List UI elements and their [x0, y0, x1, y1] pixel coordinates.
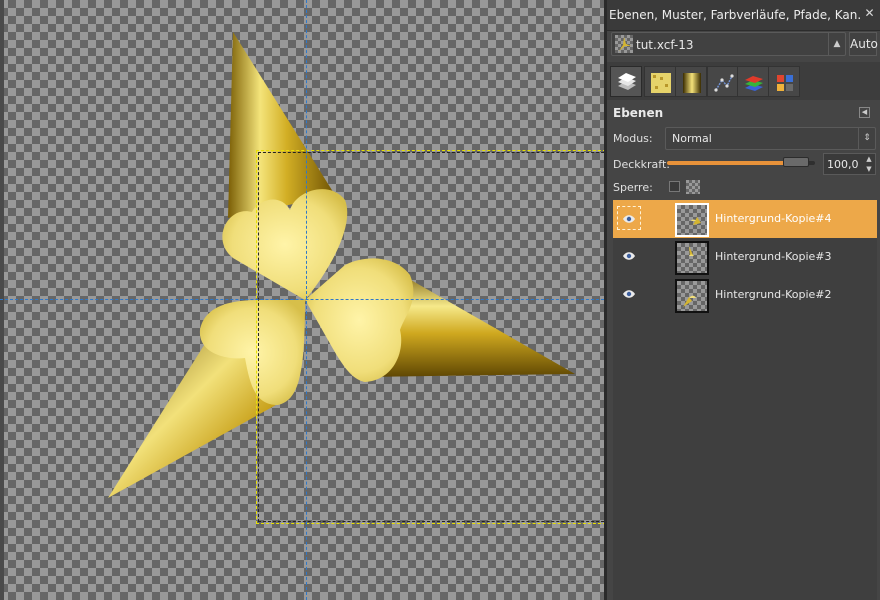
eye-icon[interactable]	[617, 244, 641, 268]
opacity-label: Deckkraft:	[613, 158, 670, 171]
mode-value: Normal	[672, 132, 712, 145]
layer-name: Hintergrund-Kopie#4	[715, 212, 832, 225]
image-selector-row: tut.xcf-13 ▲ Auto	[607, 30, 880, 60]
channels-icon	[745, 76, 763, 91]
auto-button[interactable]: Auto	[849, 32, 878, 56]
tab-channels[interactable]	[737, 66, 769, 97]
layer-name: Hintergrund-Kopie#3	[715, 250, 832, 263]
image-name: tut.xcf-13	[636, 38, 694, 52]
opacity-value: 100,0	[827, 158, 859, 171]
layer-thumbnail	[675, 203, 709, 237]
opacity-fill	[667, 161, 796, 165]
layers-icon	[618, 73, 636, 90]
palettes-icon	[777, 75, 793, 91]
layers-dock: Ebenen, Muster, Farbverläufe, Pfade, Kan…	[607, 0, 880, 600]
opacity-spinbox[interactable]: 100,0 ▲ ▼	[823, 153, 876, 175]
opacity-slider[interactable]	[667, 157, 817, 168]
opacity-handle[interactable]	[783, 157, 809, 167]
layer-boundary-inner	[258, 152, 604, 522]
tab-gradients[interactable]	[675, 66, 707, 97]
patterns-icon	[651, 73, 671, 93]
lock-label: Sperre:	[613, 181, 653, 194]
layer-thumbnail	[675, 241, 709, 275]
layer-row[interactable]: Hintergrund-Kopie#2	[613, 276, 877, 314]
eye-icon[interactable]	[617, 206, 641, 230]
lock-pixels-toggle[interactable]	[669, 181, 680, 192]
lock-alpha-toggle[interactable]	[686, 180, 700, 194]
tab-palettes[interactable]	[768, 66, 800, 97]
chevron-updown-icon: ▲	[828, 33, 845, 55]
panel-heading: Ebenen	[613, 106, 664, 120]
layer-boundary	[256, 150, 604, 524]
layer-thumbnail	[675, 279, 709, 313]
mode-select[interactable]: Normal ⇕	[665, 127, 876, 150]
eye-icon[interactable]	[617, 282, 641, 306]
image-thumbnail	[615, 35, 633, 53]
tab-patterns[interactable]	[644, 66, 676, 97]
gradients-icon	[683, 73, 701, 93]
chevron-updown-icon: ⇕	[858, 128, 875, 149]
spin-arrows-icon[interactable]: ▲ ▼	[863, 154, 875, 174]
layer-name: Hintergrund-Kopie#2	[715, 288, 832, 301]
close-icon[interactable]: ✕	[863, 7, 876, 20]
dock-header: Ebenen, Muster, Farbverläufe, Pfade, Kan…	[607, 0, 880, 31]
layer-row[interactable]: Hintergrund-Kopie#3	[613, 238, 877, 276]
mode-label: Modus:	[613, 132, 653, 145]
tab-layers[interactable]	[610, 66, 642, 97]
tab-paths[interactable]	[707, 66, 739, 97]
paths-icon	[714, 74, 734, 92]
layer-list[interactable]: Hintergrund-Kopie#4 Hintergrund-Kopie#3 …	[613, 200, 877, 600]
horizontal-guide[interactable]	[0, 299, 604, 300]
dock-title: Ebenen, Muster, Farbverläufe, Pfade, Kan…	[609, 8, 861, 22]
dock-tabs	[607, 62, 880, 100]
panel-menu-button[interactable]: ◀	[859, 107, 870, 118]
vertical-guide[interactable]	[306, 0, 307, 600]
layer-row[interactable]: Hintergrund-Kopie#4	[613, 200, 877, 238]
image-canvas[interactable]	[0, 0, 604, 600]
image-select[interactable]: tut.xcf-13 ▲	[611, 32, 846, 56]
